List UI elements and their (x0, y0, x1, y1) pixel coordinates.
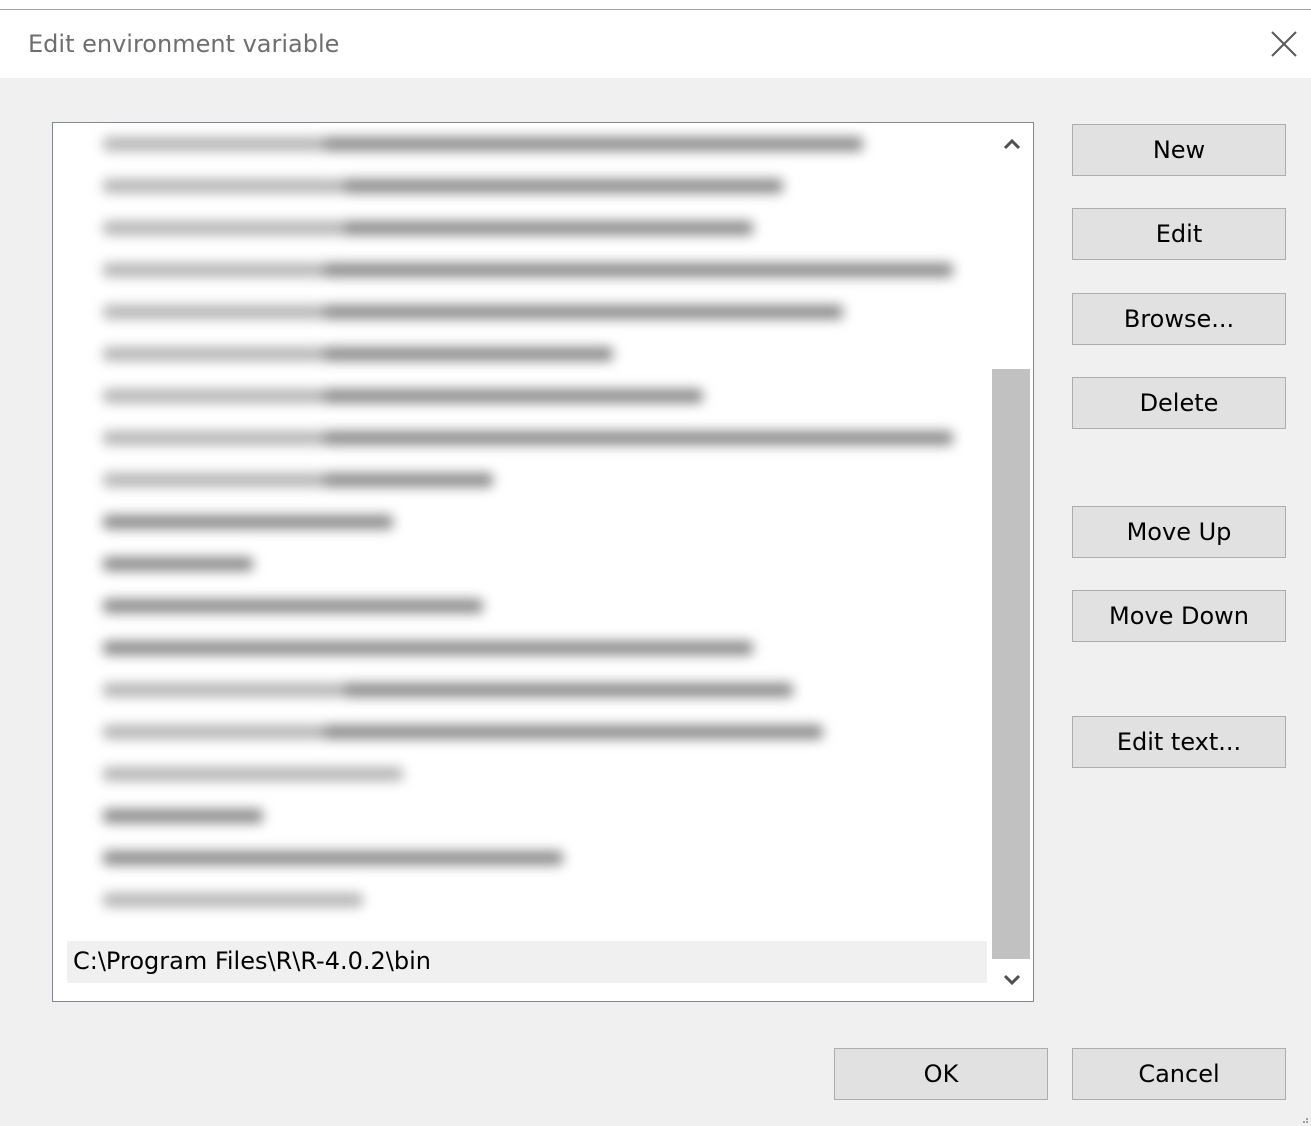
scroll-up-button[interactable] (991, 123, 1033, 165)
path-list[interactable]: C:\Program Files\R\R-4.0.2\bin (52, 122, 1034, 1002)
edit-text-button[interactable]: Edit text... (1072, 716, 1286, 768)
window-title: Edit environment variable (28, 30, 340, 58)
scroll-thumb[interactable] (992, 369, 1030, 959)
resize-grip-icon[interactable] (1299, 1114, 1309, 1124)
close-icon (1271, 31, 1297, 57)
window-top-edge (0, 0, 1311, 10)
obscured-list-items (53, 123, 993, 941)
list-item-label: C:\Program Files\R\R-4.0.2\bin (73, 947, 431, 975)
list-item-selected[interactable]: C:\Program Files\R\R-4.0.2\bin (67, 941, 987, 983)
ok-button[interactable]: OK (834, 1048, 1048, 1100)
new-button[interactable]: New (1072, 124, 1286, 176)
close-button[interactable] (1262, 22, 1306, 66)
chevron-up-icon (1003, 138, 1021, 150)
dialog-body: C:\Program Files\R\R-4.0.2\bin New Edit … (0, 78, 1311, 1126)
delete-button[interactable]: Delete (1072, 377, 1286, 429)
browse-button[interactable]: Browse... (1072, 293, 1286, 345)
move-up-button[interactable]: Move Up (1072, 506, 1286, 558)
edit-button[interactable]: Edit (1072, 208, 1286, 260)
cancel-button[interactable]: Cancel (1072, 1048, 1286, 1100)
scroll-down-button[interactable] (991, 959, 1033, 1001)
title-bar[interactable]: Edit environment variable (0, 10, 1311, 78)
vertical-scrollbar[interactable] (991, 123, 1033, 1001)
chevron-down-icon (1003, 974, 1021, 986)
move-down-button[interactable]: Move Down (1072, 590, 1286, 642)
